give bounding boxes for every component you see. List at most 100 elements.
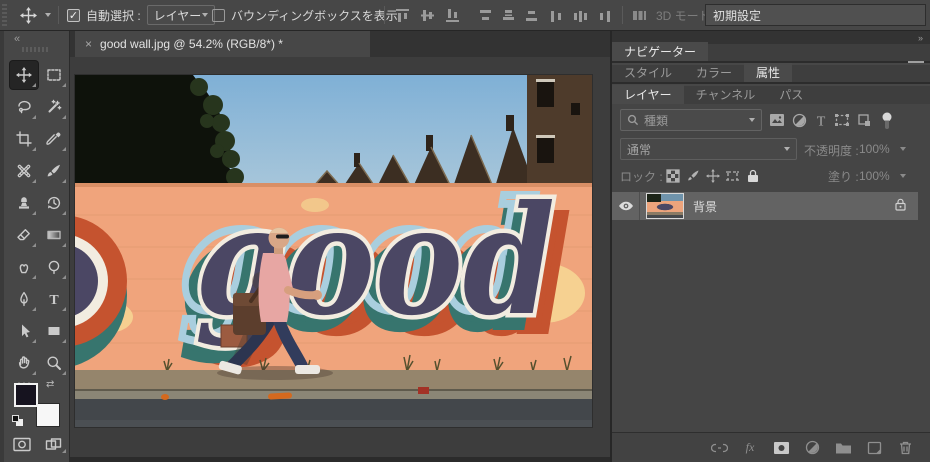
tab-channels[interactable]: チャンネル bbox=[684, 85, 768, 104]
layers-panel-footer: fx bbox=[612, 432, 930, 462]
filter-smart-objects-icon[interactable] bbox=[855, 111, 873, 129]
close-tab-icon[interactable]: × bbox=[85, 37, 92, 51]
move-tool[interactable] bbox=[10, 61, 38, 89]
layer-thumbnail[interactable] bbox=[646, 193, 684, 219]
blend-mode-dropdown[interactable]: 通常 bbox=[620, 138, 797, 160]
path-selection-tool[interactable] bbox=[10, 317, 38, 345]
distribute-top-edges-icon[interactable] bbox=[478, 9, 493, 22]
opacity-value[interactable]: 100% bbox=[859, 142, 890, 156]
auto-select-label: 自動選択 : bbox=[86, 7, 141, 24]
dodge-tool[interactable] bbox=[40, 253, 68, 281]
filtering-toggle-icon[interactable] bbox=[878, 111, 896, 129]
add-layer-mask-icon[interactable] bbox=[772, 440, 790, 456]
distribute-horizontal-centers-icon[interactable] bbox=[573, 9, 588, 22]
lock-artboard-icon[interactable] bbox=[723, 168, 743, 184]
link-layers-icon[interactable] bbox=[710, 440, 728, 456]
quick-mask-mode-button[interactable] bbox=[8, 433, 36, 455]
tab-navigator[interactable]: ナビゲーター bbox=[612, 42, 708, 61]
tab-paths[interactable]: パス bbox=[767, 85, 815, 104]
options-bar-grip[interactable] bbox=[2, 4, 7, 27]
show-bounding-box-checkbox[interactable] bbox=[212, 9, 225, 22]
new-group-folder-icon[interactable] bbox=[834, 440, 852, 456]
blend-chevron-icon bbox=[784, 147, 790, 151]
tool-preset-chevron-icon bbox=[45, 13, 51, 17]
align-bottom-edges-icon[interactable] bbox=[445, 9, 460, 22]
crop-tool[interactable] bbox=[10, 125, 38, 153]
move-tool-icon bbox=[20, 7, 37, 24]
eyedropper-tool[interactable] bbox=[40, 125, 68, 153]
tab-properties[interactable]: 属性 bbox=[744, 63, 792, 82]
swap-colors-icon[interactable]: ⇄ bbox=[46, 379, 54, 390]
delete-layer-trash-icon[interactable] bbox=[896, 440, 914, 456]
canvas-photo[interactable]: good good good good bbox=[75, 75, 592, 427]
align-vertical-centers-icon[interactable] bbox=[420, 9, 435, 22]
lock-pixels-icon[interactable] bbox=[683, 168, 703, 184]
tab-color[interactable]: カラー bbox=[684, 63, 744, 82]
layer-locked-icon bbox=[895, 198, 906, 214]
svg-text:T: T bbox=[817, 114, 826, 128]
filter-chevron-icon bbox=[749, 118, 755, 122]
new-adjustment-layer-icon[interactable] bbox=[803, 440, 821, 456]
dropdown-chevron-icon bbox=[202, 13, 208, 17]
distribute-left-edges-icon[interactable] bbox=[550, 9, 565, 22]
rectangular-marquee-tool[interactable] bbox=[40, 61, 68, 89]
lock-transparency-icon[interactable] bbox=[663, 168, 683, 184]
opacity-chevron-icon[interactable] bbox=[900, 147, 906, 151]
fill-label: 塗り : bbox=[828, 168, 859, 185]
svg-text:T: T bbox=[49, 293, 59, 307]
new-layer-icon[interactable] bbox=[865, 440, 883, 456]
layer-style-fx-icon[interactable]: fx bbox=[741, 440, 759, 456]
smudge-tool[interactable] bbox=[10, 253, 38, 281]
type-tool[interactable]: T bbox=[40, 285, 68, 313]
color-swatches: ⇄ bbox=[12, 379, 60, 427]
background-color-swatch[interactable] bbox=[36, 403, 60, 427]
lasso-tool[interactable] bbox=[10, 93, 38, 121]
layer-row-background[interactable]: 背景 bbox=[612, 192, 918, 220]
distribute-spacing-icon[interactable] bbox=[632, 9, 647, 22]
properties-panel-header: スタイル カラー 属性 bbox=[612, 65, 930, 84]
layers-panel: 種類 T 通常 bbox=[612, 104, 930, 462]
fill-value[interactable]: 100% bbox=[859, 169, 890, 183]
filter-pixel-layers-icon[interactable] bbox=[768, 111, 786, 129]
hand-tool[interactable] bbox=[10, 349, 38, 377]
default-colors-icon[interactable] bbox=[12, 415, 24, 427]
rectangle-shape-tool[interactable] bbox=[40, 317, 68, 345]
zoom-tool[interactable] bbox=[40, 349, 68, 377]
foreground-color-swatch[interactable] bbox=[14, 383, 38, 407]
good-wall-photo: good good good good bbox=[75, 75, 592, 427]
eraser-tool[interactable] bbox=[10, 221, 38, 249]
distribute-bottom-edges-icon[interactable] bbox=[524, 9, 539, 22]
lock-label: ロック : bbox=[620, 168, 663, 185]
brush-tool[interactable] bbox=[40, 157, 68, 185]
document-tab[interactable]: × good wall.jpg @ 54.2% (RGB/8*) * bbox=[75, 31, 370, 57]
distribute-right-edges-icon[interactable] bbox=[596, 9, 611, 22]
filter-type-layers-icon[interactable]: T bbox=[812, 111, 830, 129]
clone-stamp-tool[interactable] bbox=[10, 189, 38, 217]
auto-select-checkbox[interactable]: ✓ bbox=[67, 9, 80, 22]
history-brush-tool[interactable] bbox=[40, 189, 68, 217]
fill-chevron-icon[interactable] bbox=[900, 174, 906, 178]
toolbar-collapse-button[interactable]: « bbox=[14, 33, 19, 45]
filter-adjustment-layers-icon[interactable] bbox=[790, 111, 808, 129]
pen-tool[interactable] bbox=[10, 285, 38, 313]
healing-brush-tool[interactable] bbox=[10, 157, 38, 185]
magic-wand-tool[interactable] bbox=[40, 93, 68, 121]
auto-select-target-dropdown[interactable]: レイヤー bbox=[147, 5, 215, 25]
canvas[interactable]: good good good good bbox=[70, 57, 610, 431]
gradient-tool[interactable] bbox=[40, 221, 68, 249]
panels-column: » ナビゲーター スタイル カラー 属性 レイヤー チャンネル パス bbox=[610, 31, 930, 462]
tab-layers[interactable]: レイヤー bbox=[612, 85, 684, 104]
canvas-bottom-strip bbox=[70, 457, 610, 462]
toolbar-grip[interactable] bbox=[22, 47, 48, 52]
screen-mode-button[interactable] bbox=[40, 433, 68, 455]
filter-shape-layers-icon[interactable] bbox=[833, 111, 851, 129]
align-top-edges-icon[interactable] bbox=[395, 9, 410, 22]
layer-visibility-toggle[interactable] bbox=[612, 192, 640, 220]
lock-position-icon[interactable] bbox=[703, 168, 723, 184]
lock-all-icon[interactable] bbox=[743, 168, 763, 184]
move-tool-preset[interactable] bbox=[20, 0, 51, 30]
workspace-preset-field[interactable]: 初期設定 bbox=[705, 4, 926, 26]
tab-styles[interactable]: スタイル bbox=[612, 63, 684, 82]
layer-filter-search[interactable]: 種類 bbox=[620, 109, 762, 131]
distribute-vertical-centers-icon[interactable] bbox=[501, 9, 516, 22]
